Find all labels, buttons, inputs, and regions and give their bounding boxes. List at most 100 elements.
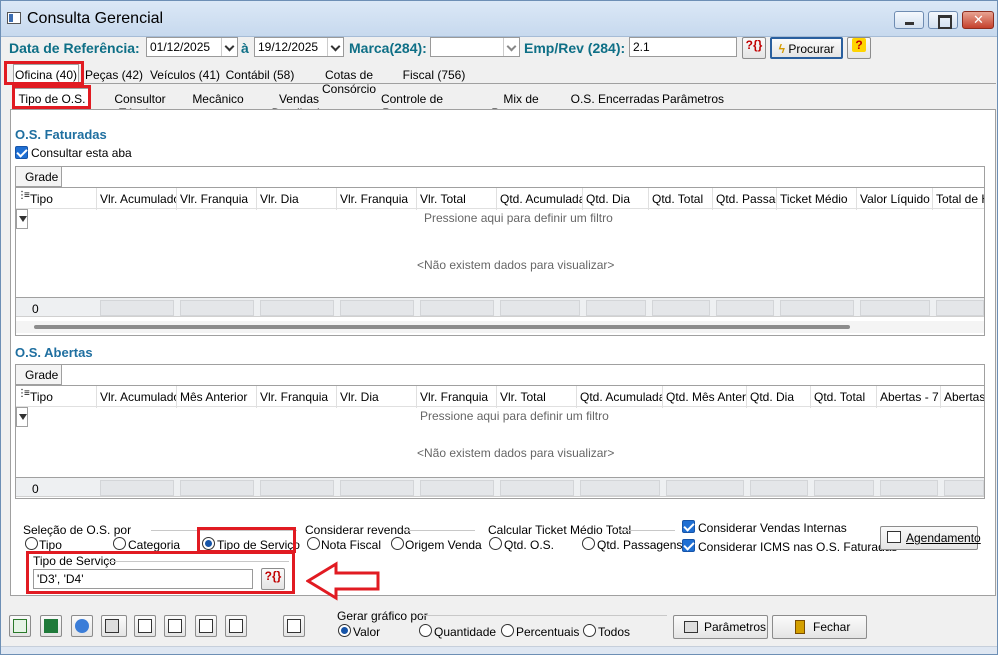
tipo-servico-input[interactable]: 'D3', 'D4' bbox=[33, 569, 253, 589]
radio-quantidade[interactable] bbox=[419, 624, 432, 637]
tab-contabil[interactable]: Contábil (58) bbox=[225, 65, 295, 85]
column-header[interactable]: Qtd. Total bbox=[652, 192, 712, 206]
filter-icon[interactable] bbox=[16, 209, 28, 229]
radio-tipo[interactable] bbox=[25, 537, 38, 550]
abertas-grid-tab[interactable]: Grade bbox=[16, 365, 62, 385]
column-header[interactable]: Total de H bbox=[936, 192, 984, 206]
column-chooser-icon[interactable] bbox=[17, 190, 27, 204]
column-header[interactable]: Vlr. Acumulado bbox=[100, 390, 176, 404]
column-header[interactable]: Qtd. Acumulada bbox=[580, 390, 662, 404]
subtab-tipo-os[interactable]: Tipo de O.S. bbox=[14, 88, 90, 109]
column-header[interactable]: Qtd. Passag bbox=[716, 192, 776, 206]
date-to-field[interactable]: 19/12/2025 bbox=[254, 37, 344, 57]
procurar-button[interactable]: ϟ Procurar bbox=[770, 37, 843, 59]
column-header[interactable]: Abertas - 7 d bbox=[880, 390, 940, 404]
column-header[interactable]: Abertas bbox=[944, 390, 984, 404]
column-header[interactable]: Ticket Médio bbox=[780, 192, 856, 206]
date-from-field[interactable]: 01/12/2025 bbox=[146, 37, 238, 57]
faturadas-grid-tab[interactable]: Grade bbox=[16, 167, 62, 187]
print-preview-button[interactable] bbox=[134, 615, 156, 637]
export-button[interactable] bbox=[9, 615, 31, 637]
lookup-icon: ?{} bbox=[264, 569, 282, 583]
tab-veiculos[interactable]: Veículos (41) bbox=[149, 65, 221, 85]
title-bar[interactable]: Consulta Gerencial bbox=[1, 1, 997, 37]
document-icon bbox=[168, 619, 182, 633]
column-header[interactable]: Tipo bbox=[30, 192, 96, 206]
tab-pecas[interactable]: Peças (42) bbox=[83, 65, 145, 85]
agendamento-label: Agendamento bbox=[906, 531, 981, 545]
column-header[interactable]: Qtd. Dia bbox=[750, 390, 810, 404]
vendas-internas-checkbox[interactable] bbox=[682, 520, 695, 533]
emp-rev-input[interactable]: 2.1 bbox=[629, 37, 737, 57]
marca-select[interactable] bbox=[430, 37, 520, 57]
filter-hint[interactable]: Pressione aqui para definir um filtro bbox=[424, 211, 613, 225]
column-header[interactable]: Vlr. Total bbox=[420, 192, 496, 206]
radio-valor[interactable] bbox=[338, 624, 351, 637]
column-header[interactable]: Vlr. Acumulado bbox=[100, 192, 176, 206]
radio-categoria[interactable] bbox=[113, 537, 126, 550]
radio-qtd-os[interactable] bbox=[489, 537, 502, 550]
icms-checkbox[interactable] bbox=[682, 539, 695, 552]
column-header[interactable]: Vlr. Franquia bbox=[260, 390, 336, 404]
abertas-title: O.S. Abertas bbox=[15, 345, 93, 360]
column-header[interactable]: Vlr. Total bbox=[500, 390, 576, 404]
column-header[interactable]: Vlr. Dia bbox=[260, 192, 336, 206]
column-header[interactable]: Vlr. Dia bbox=[340, 390, 416, 404]
fechar-button[interactable]: Fechar bbox=[772, 615, 867, 639]
abertas-grid: Grade Tipo Vlr. Acumulado Mês Anterior V… bbox=[15, 364, 985, 499]
browser-button[interactable] bbox=[71, 615, 93, 637]
excel-icon bbox=[44, 619, 58, 633]
filter-icon[interactable] bbox=[16, 407, 28, 427]
column-header[interactable]: Qtd. Total bbox=[814, 390, 876, 404]
radio-percentuais[interactable] bbox=[501, 624, 514, 637]
date-to-dropdown-icon[interactable] bbox=[327, 38, 343, 56]
tree-button[interactable] bbox=[225, 615, 247, 637]
subtab-mecanico[interactable]: Mecânico bbox=[190, 89, 246, 109]
marca-dropdown-icon[interactable] bbox=[503, 38, 519, 56]
selecao-label: Seleção de O.S. por bbox=[23, 523, 132, 537]
help-button[interactable]: ? bbox=[847, 37, 871, 59]
column-header[interactable]: Tipo bbox=[30, 390, 96, 404]
column-header[interactable]: Mês Anterior bbox=[180, 390, 256, 404]
consultar-aba-checkbox[interactable] bbox=[15, 146, 28, 159]
subtab-os-encerradas[interactable]: O.S. Encerradas bbox=[570, 89, 660, 109]
radio-tipo-servico[interactable] bbox=[202, 537, 215, 550]
minimize-button[interactable] bbox=[894, 11, 924, 29]
date-from-dropdown-icon[interactable] bbox=[221, 38, 237, 56]
chart-button[interactable] bbox=[283, 615, 305, 637]
radio-valor-label: Valor bbox=[353, 625, 381, 639]
tipo-servico-lookup-button[interactable]: ?{} bbox=[261, 568, 285, 590]
excel-button[interactable] bbox=[40, 615, 62, 637]
radio-origem-venda[interactable] bbox=[391, 537, 404, 550]
column-header[interactable]: Vlr. Franquia bbox=[180, 192, 256, 206]
column-header[interactable]: Qtd. Dia bbox=[586, 192, 648, 206]
column-header[interactable]: Vlr. Franquia bbox=[420, 390, 496, 404]
emp-rev-label: Emp/Rev (284): bbox=[524, 40, 626, 56]
radio-percentuais-label: Percentuais bbox=[516, 625, 580, 639]
tab-fiscal[interactable]: Fiscal (756) bbox=[402, 65, 466, 85]
faturadas-hscroll[interactable] bbox=[16, 321, 984, 333]
column-header[interactable]: Valor Líquido bbox=[860, 192, 932, 206]
faturadas-grid: Grade Tipo Vlr. Acumulado Vlr. Franquia … bbox=[15, 166, 985, 336]
column-header[interactable]: Qtd. Mês Anterio bbox=[666, 390, 746, 404]
vendas-internas-label: Considerar Vendas Internas bbox=[698, 521, 847, 535]
emp-lookup-button[interactable]: ?{} bbox=[742, 37, 766, 59]
close-button[interactable] bbox=[962, 11, 994, 29]
radio-todos[interactable] bbox=[583, 624, 596, 637]
tab-oficina[interactable]: Oficina (40) bbox=[13, 64, 79, 85]
exit-door-icon bbox=[795, 620, 805, 634]
filter-hint[interactable]: Pressione aqui para definir um filtro bbox=[420, 409, 609, 423]
column-chooser-icon[interactable] bbox=[17, 388, 27, 402]
radio-qtd-passagens[interactable] bbox=[582, 537, 595, 550]
column-header[interactable]: Vlr. Franquia bbox=[340, 192, 416, 206]
copy-button[interactable] bbox=[164, 615, 186, 637]
collapse-button[interactable] bbox=[195, 615, 217, 637]
print-button[interactable] bbox=[101, 615, 127, 637]
radio-nota-fiscal[interactable] bbox=[307, 537, 320, 550]
maximize-button[interactable] bbox=[928, 11, 958, 29]
agendamento-button[interactable]: Agendamento bbox=[880, 526, 981, 550]
parametros-button[interactable]: Parâmetros bbox=[673, 615, 768, 639]
subtab-parametros[interactable]: Parâmetros bbox=[662, 89, 724, 109]
scroll-thumb[interactable] bbox=[34, 325, 850, 329]
column-header[interactable]: Qtd. Acumulada bbox=[500, 192, 582, 206]
